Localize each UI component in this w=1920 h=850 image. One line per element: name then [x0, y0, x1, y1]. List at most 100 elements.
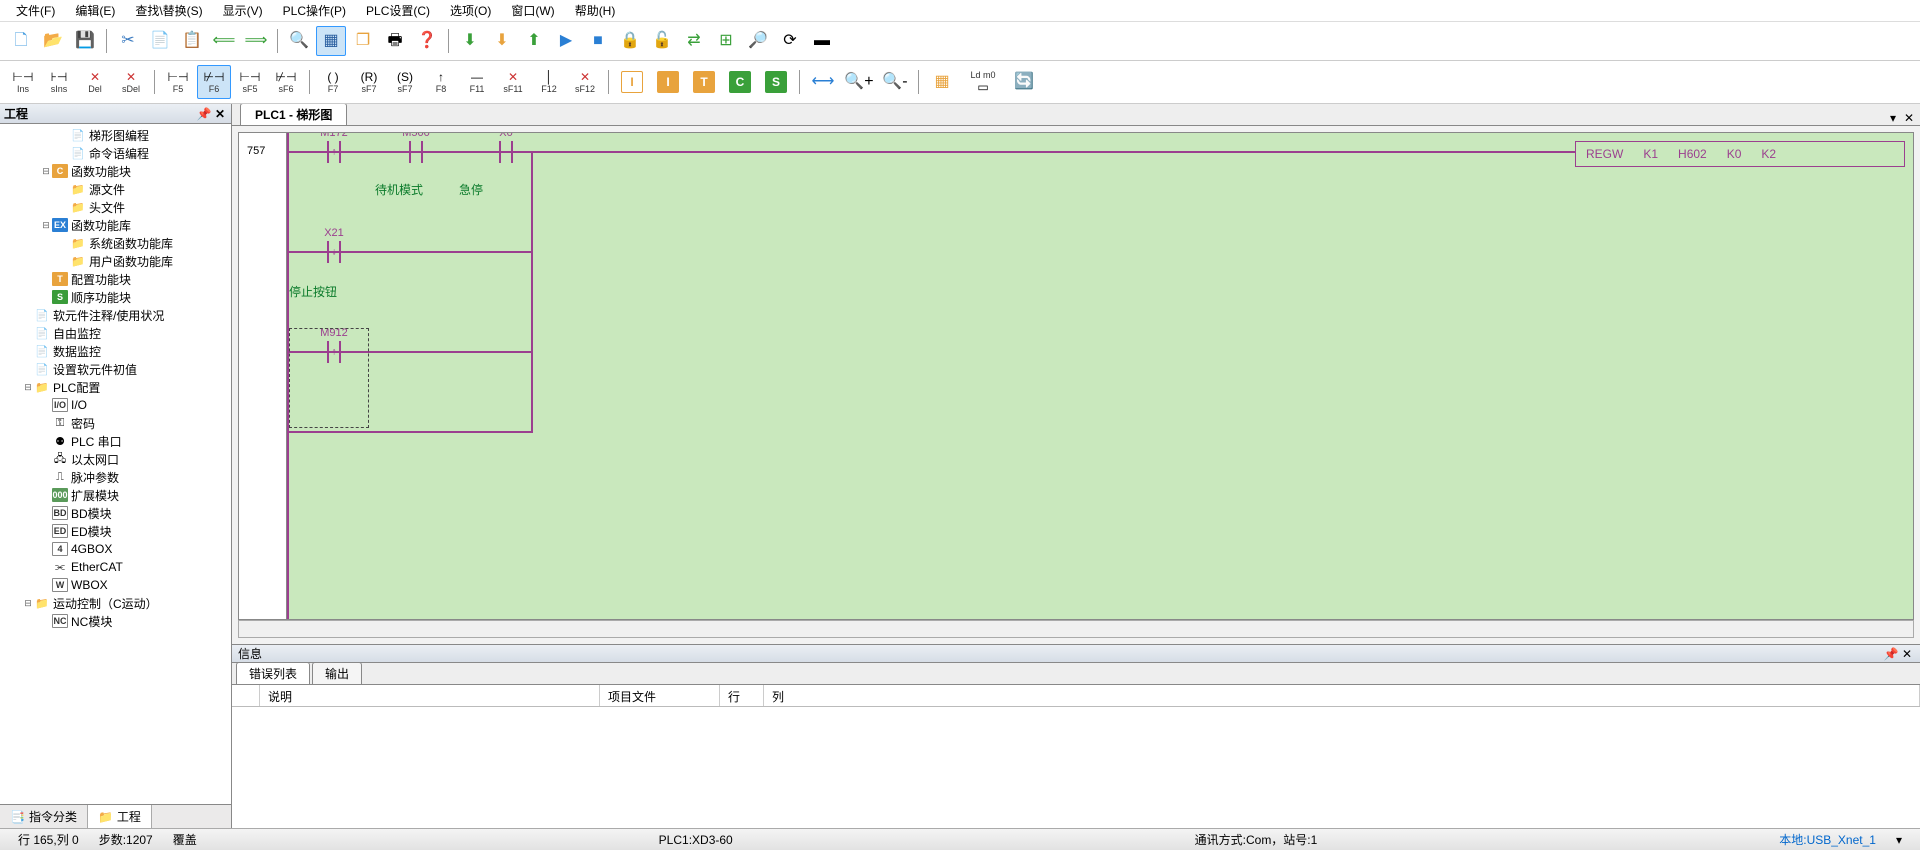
- tree-item[interactable]: 44GBOX: [2, 540, 229, 558]
- paste-button[interactable]: 📋: [177, 26, 207, 56]
- expand-icon[interactable]: ⊟: [40, 220, 52, 231]
- cut-button[interactable]: ✂: [113, 26, 143, 56]
- upload-button[interactable]: ⬆: [519, 26, 549, 56]
- tree-item[interactable]: ⊟EX函数功能库: [2, 216, 229, 234]
- sdelete-button[interactable]: ✕sDel: [114, 65, 148, 99]
- ladder-canvas-scroll[interactable]: 757 ↑ M172 M500: [238, 132, 1914, 620]
- menu-plc-settings[interactable]: PLC设置(C): [356, 0, 440, 21]
- refresh-button[interactable]: 🔄: [1007, 65, 1041, 99]
- tree-item[interactable]: 📁用户函数功能库: [2, 252, 229, 270]
- tree-item[interactable]: 📁头文件: [2, 198, 229, 216]
- fit-width-button[interactable]: ⟷: [806, 65, 840, 99]
- menu-find[interactable]: 查找\替换(S): [125, 0, 212, 21]
- delete-button[interactable]: ✕Del: [78, 65, 112, 99]
- sinsert-button[interactable]: ⊦⊣sIns: [42, 65, 76, 99]
- tree-item[interactable]: ⊟C函数功能块: [2, 162, 229, 180]
- tree-item[interactable]: EDED模块: [2, 522, 229, 540]
- sf7r-button[interactable]: (R)sF7: [352, 65, 386, 99]
- tree-item[interactable]: 📄梯形图编程: [2, 126, 229, 144]
- sf6-button[interactable]: ⊬⊣sF6: [269, 65, 303, 99]
- unlock-button[interactable]: 🔓: [647, 26, 677, 56]
- f5-contact-button[interactable]: ⊢⊣F5: [161, 65, 195, 99]
- tree-item[interactable]: 📁系统函数功能库: [2, 234, 229, 252]
- doc-close-button[interactable]: ✕: [1902, 111, 1916, 125]
- status-dropdown[interactable]: ▾: [1886, 833, 1912, 847]
- new-file-button[interactable]: 🗋: [6, 26, 36, 56]
- tree-item[interactable]: 📄设置软元件初值: [2, 360, 229, 378]
- serial-button[interactable]: ▬: [807, 26, 837, 56]
- monitor-add-button[interactable]: ⊞: [711, 26, 741, 56]
- tree-item[interactable]: ⎍脉冲参数: [2, 468, 229, 486]
- open-file-button[interactable]: 📂: [38, 26, 68, 56]
- expand-icon[interactable]: ⊟: [22, 598, 34, 609]
- tree-item[interactable]: BDBD模块: [2, 504, 229, 522]
- tab-project[interactable]: 📁工程: [88, 805, 152, 828]
- help-button[interactable]: ❓: [412, 26, 442, 56]
- block-i2-button[interactable]: I: [651, 65, 685, 99]
- tree-item[interactable]: ⊟📁PLC配置: [2, 378, 229, 396]
- close-panel-button[interactable]: ✕: [213, 107, 227, 121]
- f12-button[interactable]: │F12: [532, 65, 566, 99]
- col-col[interactable]: 列: [764, 685, 1920, 706]
- print-button[interactable]: 🖶: [380, 26, 410, 56]
- tree-item[interactable]: T配置功能块: [2, 270, 229, 288]
- menu-help[interactable]: 帮助(H): [565, 0, 626, 21]
- window-button[interactable]: ❐: [348, 26, 378, 56]
- undo-button[interactable]: ⟸: [209, 26, 239, 56]
- tree-item[interactable]: 📄数据监控: [2, 342, 229, 360]
- tree-item[interactable]: 📄自由监控: [2, 324, 229, 342]
- menu-edit[interactable]: 编辑(E): [65, 0, 125, 21]
- sf5-button[interactable]: ⊢⊣sF5: [233, 65, 267, 99]
- monitor-refresh-button[interactable]: ⟳: [775, 26, 805, 56]
- menu-plc-operate[interactable]: PLC操作(P): [273, 0, 356, 21]
- info-pin-button[interactable]: 📌: [1884, 647, 1898, 661]
- col-description[interactable]: 说明: [260, 685, 600, 706]
- download-alt-button[interactable]: ⬇: [487, 26, 517, 56]
- sf11-button[interactable]: ✕sF11: [496, 65, 530, 99]
- error-list-body[interactable]: [232, 707, 1920, 828]
- sf12-button[interactable]: ✕sF12: [568, 65, 602, 99]
- sf7s-button[interactable]: (S)sF7: [388, 65, 422, 99]
- block-t-button[interactable]: T: [687, 65, 721, 99]
- block-c-button[interactable]: C: [723, 65, 757, 99]
- tab-output[interactable]: 输出: [312, 662, 362, 684]
- project-tree[interactable]: 📄梯形图编程📄命令语编程⊟C函数功能块📁源文件📁头文件⊟EX函数功能库📁系统函数…: [0, 124, 231, 804]
- ladder-mode-button[interactable]: ▦: [316, 26, 346, 56]
- pin-button[interactable]: 📌: [197, 107, 211, 121]
- menu-view[interactable]: 显示(V): [213, 0, 273, 21]
- menu-file[interactable]: 文件(F): [6, 0, 65, 21]
- tree-item[interactable]: NCNC模块: [2, 612, 229, 630]
- redo-button[interactable]: ⟹: [241, 26, 271, 56]
- output-instruction[interactable]: REGW K1 H602 K0 K2: [1575, 141, 1905, 167]
- f6-contact-button[interactable]: ⊬⊣F6: [197, 65, 231, 99]
- f11-button[interactable]: —F11: [460, 65, 494, 99]
- expand-icon[interactable]: ⊟: [22, 382, 34, 393]
- block-s-button[interactable]: S: [759, 65, 793, 99]
- tree-item[interactable]: 000扩展模块: [2, 486, 229, 504]
- download-button[interactable]: ⬇: [455, 26, 485, 56]
- col-project-file[interactable]: 项目文件: [600, 685, 720, 706]
- tree-item[interactable]: ⚉PLC 串口: [2, 432, 229, 450]
- ladder-canvas[interactable]: 757 ↑ M172 M500: [239, 133, 1913, 620]
- lock-button[interactable]: 🔒: [615, 26, 645, 56]
- stop-button[interactable]: ■: [583, 26, 613, 56]
- status-local-connection[interactable]: 本地:USB_Xnet_1: [1769, 831, 1886, 848]
- tree-item[interactable]: ⫘EtherCAT: [2, 558, 229, 576]
- tree-item[interactable]: S顺序功能块: [2, 288, 229, 306]
- info-close-button[interactable]: ✕: [1900, 647, 1914, 661]
- tab-error-list[interactable]: 错误列表: [236, 662, 310, 684]
- save-button[interactable]: 💾: [70, 26, 100, 56]
- document-tab-plc1[interactable]: PLC1 - 梯形图: [240, 104, 347, 125]
- insert-button[interactable]: ⊢⊣Ins: [6, 65, 40, 99]
- tree-item[interactable]: 🖧以太网口: [2, 450, 229, 468]
- ladder-grid-button[interactable]: ▦: [925, 65, 959, 99]
- run-button[interactable]: ▶: [551, 26, 581, 56]
- expand-icon[interactable]: ⊟: [40, 166, 52, 177]
- tree-item[interactable]: WWBOX: [2, 576, 229, 594]
- tree-item[interactable]: 📁源文件: [2, 180, 229, 198]
- menu-window[interactable]: 窗口(W): [501, 0, 564, 21]
- tree-item[interactable]: ⚿密码: [2, 414, 229, 432]
- f7-coil-button[interactable]: ( )F7: [316, 65, 350, 99]
- f8-button[interactable]: ↑F8: [424, 65, 458, 99]
- find-button[interactable]: 🔍: [284, 26, 314, 56]
